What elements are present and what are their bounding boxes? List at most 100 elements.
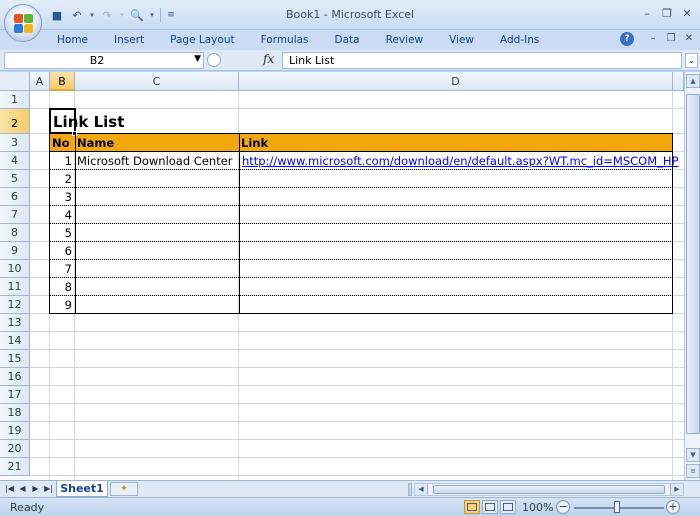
name-box-dropdown-icon[interactable]: ▼ — [194, 54, 201, 64]
row-dotted-border — [49, 241, 673, 242]
row-header-8[interactable]: 8 — [0, 224, 30, 242]
cell-no[interactable]: 3 — [50, 190, 72, 204]
row-header-10[interactable]: 10 — [0, 260, 30, 278]
ribbon: Home Insert Page Layout Formulas Data Re… — [0, 30, 700, 50]
next-sheet-icon[interactable]: ▶ — [30, 482, 41, 496]
cell-no[interactable]: 5 — [50, 226, 72, 240]
cell-link[interactable]: http://www.microsoft.com/download/en/def… — [242, 154, 684, 168]
minimize-icon[interactable]: – — [638, 5, 656, 21]
tab-add-ins[interactable]: Add-Ins — [487, 32, 552, 48]
cell-no[interactable]: 8 — [50, 280, 72, 294]
title-bar: ■ ↶ ▾ ↷ ▾ 🔍 ▾ ≡ Book1 - Microsoft Excel … — [0, 0, 700, 30]
vertical-split-icon[interactable]: ≡ — [686, 464, 700, 478]
gridline-row — [30, 331, 684, 332]
horizontal-scrollbar[interactable]: ◀ ▶ — [414, 483, 684, 496]
tab-view[interactable]: View — [436, 32, 487, 48]
tab-formulas[interactable]: Formulas — [248, 32, 322, 48]
row-header-16[interactable]: 16 — [0, 368, 30, 386]
status-text: Ready — [10, 501, 45, 514]
row-header-3[interactable]: 3 — [0, 134, 30, 152]
name-box[interactable]: B2 ▼ — [4, 52, 204, 69]
row-header-7[interactable]: 7 — [0, 206, 30, 224]
last-sheet-icon[interactable]: ▶| — [43, 482, 54, 496]
workbook-restore-icon[interactable]: ❐ — [664, 32, 678, 46]
row-header-13[interactable]: 13 — [0, 314, 30, 332]
row-dotted-border — [49, 187, 673, 188]
column-header-d[interactable]: D — [239, 72, 673, 91]
vertical-scrollbar[interactable]: ▲ ▼ ≡ — [684, 72, 700, 480]
cell-no[interactable]: 1 — [50, 154, 72, 168]
scroll-up-icon[interactable]: ▲ — [686, 74, 700, 88]
zoom-slider-thumb[interactable] — [614, 501, 620, 513]
cell-name[interactable]: Microsoft Download Center — [77, 154, 237, 168]
row-header-17[interactable]: 17 — [0, 386, 30, 404]
header-link[interactable]: Link — [241, 136, 268, 150]
row-header-18[interactable]: 18 — [0, 404, 30, 422]
row-header-5[interactable]: 5 — [0, 170, 30, 188]
workbook-minimize-icon[interactable]: – — [646, 32, 660, 46]
header-separator — [239, 133, 240, 152]
worksheet-grid[interactable]: ABCD 1 2 3 4 5 6 7 8 9 10 11 12 13 14 15 16 17 18 19 20 21 L… — [0, 72, 684, 480]
select-all-button[interactable] — [0, 72, 30, 91]
gridline-row — [30, 349, 684, 350]
row-header-11[interactable]: 11 — [0, 278, 30, 296]
cell-no[interactable]: 6 — [50, 244, 72, 258]
normal-view-button[interactable] — [464, 500, 480, 514]
row-header-12[interactable]: 12 — [0, 296, 30, 314]
horizontal-scroll-thumb[interactable] — [433, 485, 665, 494]
header-no[interactable]: No — [52, 136, 70, 150]
cell-no[interactable]: 9 — [50, 298, 72, 312]
scroll-right-icon[interactable]: ▶ — [670, 484, 683, 495]
formula-bar-splitter[interactable] — [207, 53, 221, 67]
help-icon[interactable]: ? — [620, 32, 634, 46]
row-header-20[interactable]: 20 — [0, 440, 30, 458]
zoom-out-button[interactable]: − — [556, 500, 570, 514]
header-name[interactable]: Name — [77, 136, 114, 150]
column-header-c[interactable]: C — [75, 72, 239, 91]
tab-data[interactable]: Data — [322, 32, 373, 48]
formula-input[interactable]: Link List — [282, 52, 682, 69]
zoom-in-button[interactable]: + — [666, 500, 680, 514]
row-header-14[interactable]: 14 — [0, 332, 30, 350]
expand-formula-bar-icon[interactable]: ⌄ — [685, 53, 698, 68]
row-header-15[interactable]: 15 — [0, 350, 30, 368]
row-dotted-border — [49, 277, 673, 278]
table-header-row — [49, 133, 673, 152]
insert-sheet-icon[interactable]: ✦ — [110, 482, 138, 496]
row-header-1[interactable]: 1 — [0, 91, 30, 109]
cell-no[interactable]: 4 — [50, 208, 72, 222]
row-header-19[interactable]: 19 — [0, 422, 30, 440]
workbook-close-icon[interactable]: ✕ — [682, 32, 696, 46]
zoom-level[interactable]: 100% — [522, 501, 553, 514]
page-layout-view-button[interactable] — [482, 500, 498, 514]
name-box-value: B2 — [89, 54, 105, 67]
row-header-6[interactable]: 6 — [0, 188, 30, 206]
tab-insert[interactable]: Insert — [101, 32, 157, 48]
tab-page-layout[interactable]: Page Layout — [157, 32, 247, 48]
row-header-21[interactable]: 21 — [0, 458, 30, 476]
insert-function-button[interactable]: fx — [263, 52, 274, 66]
column-header-b[interactable]: B — [50, 72, 75, 91]
scroll-left-icon[interactable]: ◀ — [415, 484, 428, 495]
row-header-2[interactable]: 2 — [0, 109, 30, 134]
cell-no[interactable]: 2 — [50, 172, 72, 186]
restore-icon[interactable]: ❐ — [658, 5, 676, 21]
row-header-4[interactable]: 4 — [0, 152, 30, 170]
sheet-tab-sheet1[interactable]: Sheet1 — [56, 481, 108, 497]
cell-no[interactable]: 7 — [50, 262, 72, 276]
office-button[interactable] — [4, 4, 42, 42]
close-icon[interactable]: ✕ — [678, 5, 696, 21]
page-break-view-button[interactable] — [500, 500, 516, 514]
tab-home[interactable]: Home — [44, 32, 101, 48]
prev-sheet-icon[interactable]: ◀ — [17, 482, 28, 496]
first-sheet-icon[interactable]: |◀ — [4, 482, 15, 496]
gridline-row — [30, 367, 684, 368]
tab-review[interactable]: Review — [373, 32, 436, 48]
header-separator — [75, 133, 76, 152]
page-break-view-icon — [503, 503, 513, 511]
tab-split-handle[interactable] — [408, 483, 412, 496]
column-header-a[interactable]: A — [30, 72, 50, 91]
scroll-down-icon[interactable]: ▼ — [686, 448, 700, 462]
vertical-scroll-thumb[interactable] — [686, 94, 700, 434]
row-header-9[interactable]: 9 — [0, 242, 30, 260]
